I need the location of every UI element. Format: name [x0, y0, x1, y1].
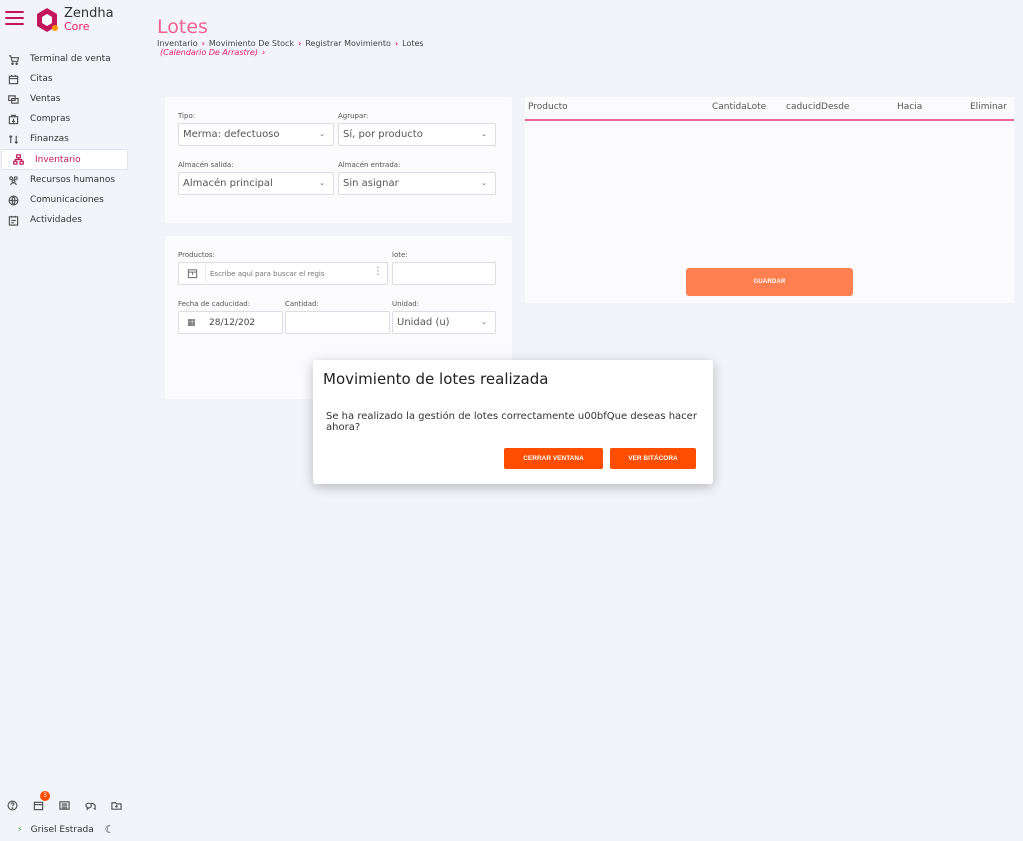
close-window-button[interactable]: CERRAR VENTANA	[504, 448, 603, 469]
unidad-label: Unidad:	[392, 300, 420, 308]
view-log-button[interactable]: VER BITÁCORA	[610, 448, 696, 469]
tipo-select[interactable]: Merma: defectuoso ⌄	[178, 123, 334, 146]
sidebar-item-label: Comunicaciones	[30, 195, 104, 205]
dialog-message: Se ha realizado la gestión de lotes corr…	[326, 411, 697, 433]
product-search-input[interactable]	[205, 265, 367, 282]
sidebar-item-label: Terminal de venta	[30, 54, 111, 64]
globe-icon	[7, 194, 19, 206]
calendar-icon	[7, 73, 19, 85]
cantidad-input[interactable]	[285, 311, 390, 334]
breadcrumb-item[interactable]: Movimiento De Stock	[209, 39, 294, 48]
fecha-caducidad-value: 28/12/202	[209, 318, 256, 328]
calendar-icon: ▦	[187, 318, 196, 328]
brand-sub: Core	[64, 20, 90, 33]
lots-table-card: Producto CantidaLote caducidDesde Hacia …	[525, 97, 1014, 303]
fecha-caducidad-label: Fecha de caducidad:	[178, 300, 251, 308]
notification-badge: 3	[40, 791, 50, 801]
sidebar-item-inventario[interactable]: Inventario	[1, 149, 128, 170]
table-header: Producto CantidaLote caducidDesde Hacia …	[525, 97, 1014, 121]
sidebar-nav: Terminal de venta Citas Ventas Compras F…	[0, 49, 128, 230]
notifications-calendar-icon[interactable]: 3	[33, 791, 50, 811]
breadcrumb: Inventario › Movimiento De Stock › Registrar…	[157, 39, 557, 57]
chat-icon[interactable]	[85, 796, 97, 811]
dark-mode-icon[interactable]: ☾	[105, 823, 115, 836]
sidebar-item-label: Compras	[30, 114, 71, 124]
breadcrumb-item[interactable]: Registrar Movimiento	[305, 39, 391, 48]
menu-icon[interactable]	[5, 11, 24, 26]
status-bolt-icon: ⚡	[17, 825, 23, 834]
lote-label: lote:	[392, 251, 408, 259]
sidebar-item-label: Inventario	[35, 154, 81, 165]
productos-label: Productos:	[178, 251, 215, 259]
user-name[interactable]: Grisel Estrada	[31, 825, 94, 835]
almacen-salida-select[interactable]: Almacén principal ⌄	[178, 172, 334, 195]
help-icon[interactable]	[7, 796, 19, 811]
list-icon[interactable]	[59, 796, 71, 810]
inventory-icon	[12, 154, 24, 166]
chevron-right-icon: ›	[394, 39, 399, 48]
footer-toolbar: 3	[7, 791, 137, 811]
activities-icon	[7, 214, 19, 226]
sidebar-item-actividades[interactable]: Actividades	[0, 210, 128, 230]
dialog-title: Movimiento de lotes realizada	[323, 370, 549, 388]
save-button[interactable]: GUARDAR	[686, 268, 853, 296]
sidebar-item-label: Recursos humanos	[30, 175, 116, 185]
almacen-entrada-select[interactable]: Sin asignar ⌄	[338, 172, 496, 195]
sidebar-item-label: Citas	[30, 74, 53, 84]
column-header: caducidDesde	[786, 102, 850, 112]
people-icon	[7, 174, 19, 186]
column-header: Hacia	[897, 102, 923, 112]
brand-name: Zendha	[64, 6, 114, 21]
chevron-right-icon: ›	[261, 48, 266, 57]
sidebar-item-finanzas[interactable]: Finanzas	[0, 129, 128, 149]
user-row: ⚡ Grisel Estrada ☾	[17, 823, 115, 836]
purchase-icon	[7, 113, 19, 125]
fecha-caducidad-field[interactable]: ▦ 28/12/202	[178, 311, 283, 334]
sidebar-item-ventas[interactable]: Ventas	[0, 89, 128, 109]
sidebar-item-label: Actividades	[30, 215, 82, 225]
sidebar-item-comunicaciones[interactable]: Comunicaciones	[0, 190, 128, 210]
almacen-entrada-label: Almacén entrada:	[338, 161, 401, 169]
column-header: Eliminar	[970, 102, 1007, 112]
breadcrumb-item: Lotes	[402, 39, 424, 48]
product-search-field: ⋮	[178, 262, 388, 285]
column-header: CantidaLote	[712, 102, 767, 112]
unidad-select[interactable]: Unidad (u) ⌄	[392, 311, 496, 334]
folder-icon[interactable]	[111, 796, 123, 810]
finance-icon	[7, 133, 19, 145]
zendha-logo	[37, 8, 58, 32]
breadcrumb-item[interactable]: Inventario	[157, 39, 198, 48]
chevron-down-icon: ⌄	[319, 179, 325, 187]
agrupar-select[interactable]: Sí, por producto ⌄	[338, 123, 496, 146]
sidebar-item-label: Finanzas	[30, 134, 69, 144]
page-title: Lotes	[157, 16, 208, 38]
sidebar-item-compras[interactable]: Compras	[0, 109, 128, 129]
column-header: Producto	[528, 102, 568, 112]
almacen-salida-label: Almacén salida:	[178, 161, 234, 169]
sidebar-item-recursos-humanos[interactable]: Recursos humanos	[0, 170, 128, 190]
chevron-down-icon: ⌄	[319, 130, 325, 138]
sales-icon	[7, 93, 19, 105]
sidebar-item-citas[interactable]: Citas	[0, 69, 128, 89]
cantidad-label: Cantidad:	[285, 300, 319, 308]
breadcrumb-sub: (Calendario De Arrastre) ›	[160, 48, 266, 57]
more-vertical-icon[interactable]: ⋮	[373, 266, 383, 277]
chevron-down-icon: ⌄	[481, 130, 487, 138]
movement-config-card: Tipo: Merma: defectuoso ⌄ Agrupar: Sí, po…	[165, 97, 512, 223]
product-box-icon	[187, 268, 198, 282]
chevron-down-icon: ⌄	[481, 179, 487, 187]
sidebar-item-label: Ventas	[30, 94, 61, 104]
chevron-right-icon: ›	[298, 39, 302, 48]
chevron-down-icon: ⌄	[481, 318, 487, 326]
agrupar-label: Agrupar:	[338, 112, 369, 120]
chevron-right-icon: ›	[201, 39, 205, 48]
cart-icon	[7, 53, 19, 65]
lote-input[interactable]	[392, 262, 496, 285]
sidebar: Zendha Core Terminal de venta Citas Vent…	[0, 0, 130, 841]
success-dialog: Movimiento de lotes realizada Se ha real…	[313, 360, 713, 484]
tipo-label: Tipo:	[178, 112, 196, 120]
sidebar-item-terminal[interactable]: Terminal de venta	[0, 49, 128, 69]
